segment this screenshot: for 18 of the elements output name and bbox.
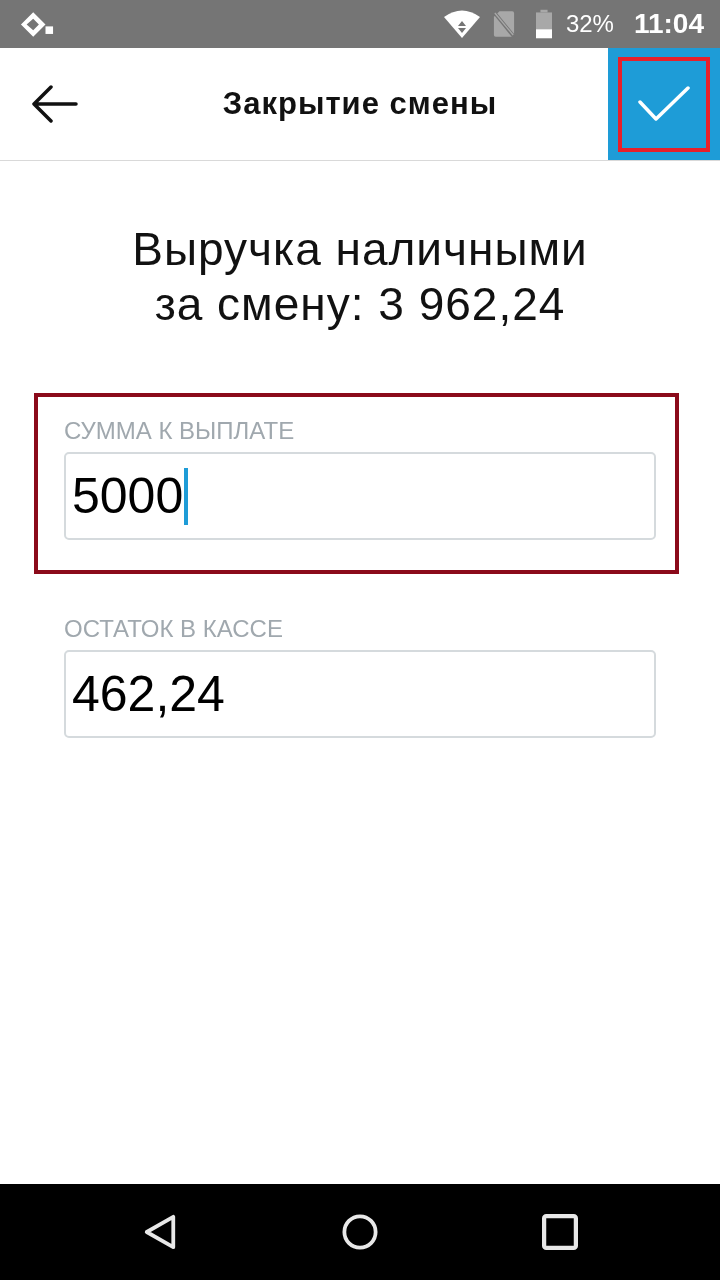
cash-revenue-summary: Выручка наличными за смену: 3 962,24 — [131, 222, 589, 332]
no-sim-icon — [492, 10, 515, 38]
wifi-icon — [443, 10, 480, 38]
back-arrow-icon — [32, 85, 78, 123]
clock-time: 11:04 — [633, 8, 704, 40]
check-icon — [638, 86, 690, 122]
battery-percentage: 32% — [565, 10, 614, 38]
confirm-button[interactable] — [608, 48, 720, 160]
input-field[interactable]: 5000 — [64, 452, 656, 540]
input-field[interactable]: 462,24 — [64, 650, 656, 738]
screen-title: Закрытие смены — [221, 85, 499, 123]
back-icon[interactable] — [142, 1214, 178, 1250]
recent-apps-icon[interactable] — [542, 1214, 578, 1250]
logo-icon — [20, 10, 54, 38]
field-label: ОСТАТОК В КАССЕ — [64, 615, 284, 643]
home-icon[interactable] — [342, 1214, 378, 1250]
battery-icon — [535, 9, 552, 39]
field-label: СУММА К ВЫПЛАТЕ — [64, 417, 296, 445]
